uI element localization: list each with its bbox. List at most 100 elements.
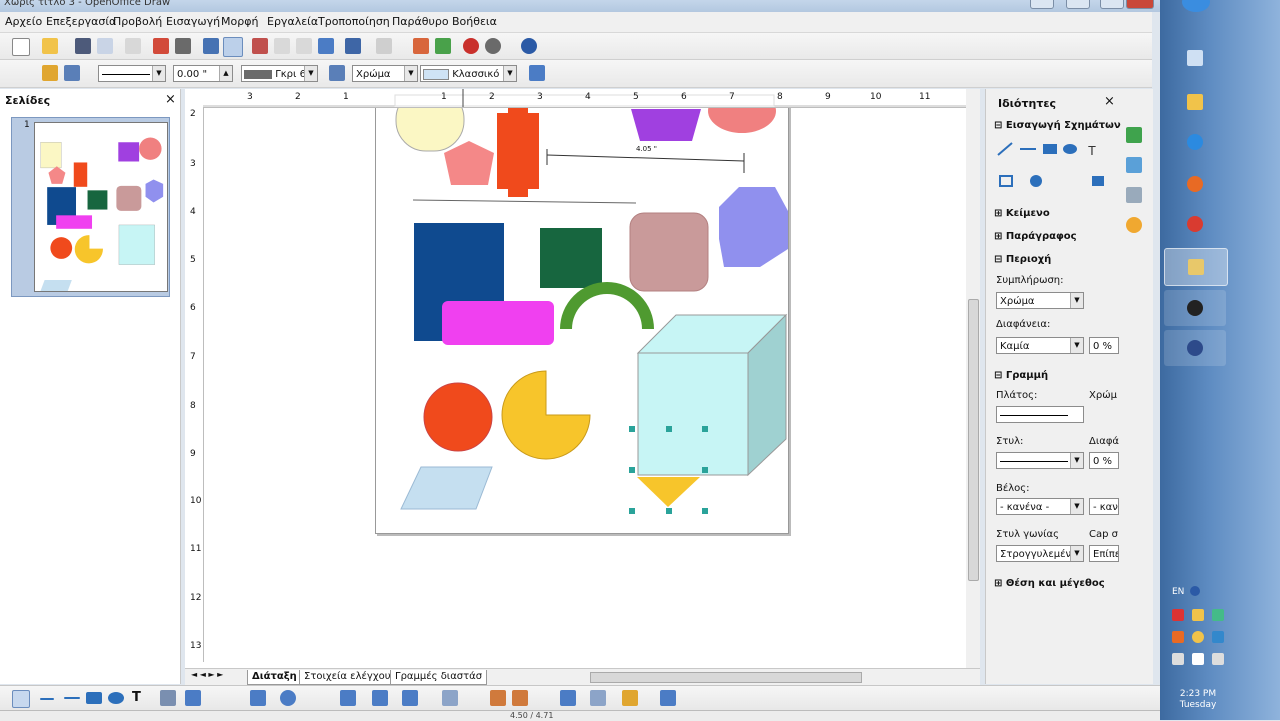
line-ends-icon[interactable] (64, 65, 80, 81)
transparency-select[interactable]: Καμία ▼ (996, 337, 1084, 354)
chart-icon[interactable] (413, 38, 429, 54)
tray-app-icon[interactable] (1212, 609, 1224, 621)
menu-insert[interactable]: Εισαγωγή (166, 15, 220, 28)
copy-icon[interactable] (274, 38, 290, 54)
navigator-deck-icon[interactable] (1126, 217, 1142, 233)
taskbar-clock[interactable]: 2:23 PM Tuesday (1168, 689, 1228, 711)
fill-select[interactable]: Χρώμα ▼ (996, 292, 1084, 309)
line-tool-icon[interactable] (40, 698, 54, 700)
tab-layout[interactable]: Διάταξη (247, 670, 302, 685)
tab-nav-arrows[interactable]: ◄ ◄ ► ► (191, 670, 223, 679)
align-icon[interactable] (590, 690, 606, 706)
drawing-canvas[interactable]: 4.05 " (204, 108, 968, 662)
styles-deck-icon[interactable] (1126, 157, 1142, 173)
properties-deck-icon[interactable] (1126, 127, 1142, 143)
section-insert-shapes[interactable]: ⊟ Εισαγωγή Σχημάτων (994, 120, 1121, 131)
openoffice-taskbar-button[interactable] (1164, 248, 1228, 286)
curve-tool-icon[interactable] (160, 690, 176, 706)
line-color-select[interactable]: Γκρι 6 ▼ (241, 65, 318, 82)
restore-button[interactable] (1066, 0, 1090, 9)
close-window-button[interactable] (1126, 0, 1154, 9)
paste-icon[interactable] (296, 38, 312, 54)
scroll-thumb[interactable] (968, 299, 979, 581)
obs-taskbar-button[interactable] (1164, 290, 1226, 326)
transparency-percent-input[interactable]: 0 % (1089, 337, 1119, 354)
save-icon[interactable] (75, 38, 91, 54)
redo-icon[interactable] (376, 38, 392, 54)
start-button[interactable] (1182, 0, 1210, 12)
help-icon[interactable] (521, 38, 537, 54)
shadow-toggle-icon[interactable] (660, 690, 676, 706)
language-indicator[interactable]: EN (1172, 587, 1184, 597)
tab-dimension-lines[interactable]: Γραμμές διαστάσ (390, 670, 488, 685)
audio-taskbar-button[interactable] (1164, 330, 1226, 366)
menu-tools[interactable]: Εργαλεία (267, 15, 318, 28)
menu-help[interactable]: Βοήθεια (452, 15, 497, 28)
format-paintbrush-icon[interactable] (318, 38, 334, 54)
line-width-select[interactable] (996, 406, 1084, 423)
firefox-taskbar-button[interactable] (1164, 166, 1226, 202)
tab-controls[interactable]: Στοιχεία ελέγχου (299, 670, 396, 685)
arrow-start-select[interactable]: - κανένα - ▼ (996, 498, 1084, 515)
calculator-taskbar-button[interactable] (1164, 40, 1226, 76)
menu-modify[interactable]: Τροποποίηση (318, 15, 390, 28)
area-fill-select[interactable]: Κλασσικό μ ▼ (420, 65, 517, 82)
styles-icon[interactable] (42, 65, 58, 81)
tray-app-icon[interactable] (1172, 631, 1184, 643)
ie-taskbar-button[interactable] (1164, 124, 1226, 160)
area-icon[interactable] (329, 65, 345, 81)
network-icon[interactable] (1172, 653, 1184, 665)
menu-file[interactable]: Αρχείο (5, 15, 42, 28)
slide-thumbnail[interactable]: 1 (11, 117, 170, 297)
email-icon[interactable] (97, 38, 113, 54)
extrusion-icon[interactable] (560, 690, 576, 706)
tray-app-icon[interactable] (1172, 609, 1184, 621)
action-center-icon[interactable] (1192, 653, 1204, 665)
section-position-size[interactable]: ⊞ Θέση και μέγεθος (994, 578, 1105, 589)
table-icon[interactable] (435, 38, 451, 54)
cut-icon[interactable] (252, 38, 268, 54)
tray-app-icon[interactable] (1192, 631, 1204, 643)
menu-format[interactable]: Μορφή (221, 15, 258, 28)
flowchart-icon[interactable] (340, 690, 356, 706)
volume-icon[interactable] (1212, 653, 1224, 665)
explorer-taskbar-button[interactable] (1164, 84, 1226, 120)
tray-app-icon[interactable] (1192, 609, 1204, 621)
section-text[interactable]: ⊞ Κείμενο (994, 208, 1050, 219)
zoom-icon[interactable] (485, 38, 501, 54)
shape-tools[interactable]: T (996, 139, 1124, 189)
shadow-icon[interactable] (529, 65, 545, 81)
spellcheck-icon[interactable] (203, 38, 219, 54)
maximize-button[interactable] (1100, 0, 1124, 9)
arrow-tool-icon[interactable] (64, 697, 80, 699)
connector-tool-icon[interactable] (185, 690, 201, 706)
arrange-icon[interactable] (622, 690, 638, 706)
print-icon[interactable] (175, 38, 191, 54)
open-folder-icon[interactable] (42, 38, 58, 54)
image-icon[interactable] (490, 690, 506, 706)
edit-file-icon[interactable] (125, 38, 141, 54)
section-line[interactable]: ⊟ Γραμμή (994, 370, 1048, 381)
section-paragraph[interactable]: ⊞ Παράγραφος (994, 231, 1077, 242)
drawfunctions-icon[interactable] (463, 38, 479, 54)
points-icon[interactable] (442, 690, 458, 706)
export-pdf-icon[interactable] (153, 38, 169, 54)
callouts-icon[interactable] (372, 690, 388, 706)
gallery-deck-icon[interactable] (1126, 187, 1142, 203)
close-icon[interactable]: × (165, 92, 176, 107)
section-area[interactable]: ⊟ Περιοχή (994, 254, 1051, 265)
horizontal-scrollbar[interactable] (590, 672, 862, 683)
line-style-select[interactable]: ▼ (996, 452, 1084, 469)
chrome-taskbar-button[interactable] (1164, 206, 1226, 242)
tray-app-icon[interactable] (1212, 631, 1224, 643)
fontwork-icon[interactable] (512, 690, 528, 706)
new-document-icon[interactable] (12, 38, 30, 56)
line-transparency-input[interactable]: 0 % (1089, 452, 1119, 469)
help-tray-icon[interactable] (1190, 586, 1200, 596)
line-width-input[interactable]: 0.00 " ▲ (173, 65, 233, 82)
cap-style-select[interactable]: Επίπε (1089, 545, 1119, 562)
ellipse-tool-icon[interactable] (108, 692, 124, 704)
drawing-page[interactable]: 4.05 " (375, 108, 789, 534)
rectangle-tool-icon[interactable] (86, 692, 102, 704)
vertical-scrollbar[interactable] (966, 89, 980, 669)
